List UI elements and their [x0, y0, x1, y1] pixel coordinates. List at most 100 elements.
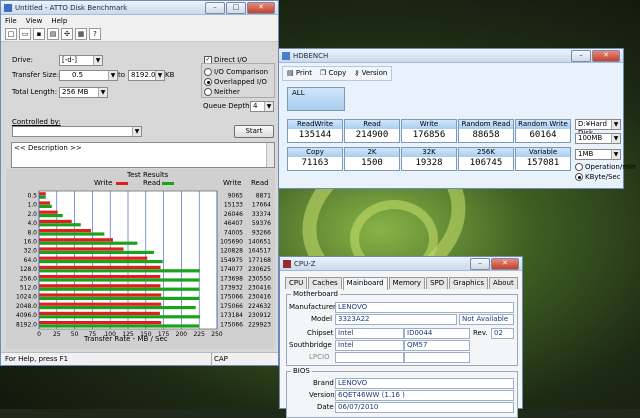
y-tick-label: 64.0 — [24, 257, 38, 264]
unit-ops-radio[interactable] — [575, 163, 583, 171]
read-value-label: 59376 — [252, 220, 271, 227]
version-label: Version — [361, 69, 388, 77]
write-value-label: 175066 — [220, 303, 243, 310]
y-tick-label: 0.5 — [27, 193, 37, 200]
unit-kbs-radio[interactable] — [575, 173, 583, 181]
all-label: ALL — [288, 88, 344, 110]
minimize-button[interactable]: – — [205, 1, 225, 14]
chevron-down-icon[interactable]: ▼ — [611, 134, 620, 143]
copy-button[interactable]: ❐ Copy — [316, 67, 350, 80]
close-button[interactable]: ✕ — [592, 49, 620, 62]
move-icon[interactable]: ✣ — [61, 28, 73, 40]
controlled-by-select[interactable]: ▼ — [12, 126, 142, 137]
maximize-button[interactable]: □ — [226, 1, 246, 14]
read-value-label: 230550 — [248, 275, 271, 282]
x-tick-label: 50 — [71, 331, 79, 338]
lpcio-label: LPCIO — [309, 353, 330, 361]
print-icon[interactable]: ▤ — [47, 28, 59, 40]
scrollbar[interactable] — [266, 143, 274, 167]
help-icon[interactable]: ? — [89, 28, 101, 40]
y-tick-label: 2048.0 — [16, 303, 37, 310]
write-bar — [39, 247, 124, 251]
description-textarea[interactable]: << Description >> — [11, 142, 275, 168]
menu-help[interactable]: Help — [51, 17, 67, 25]
block-select[interactable]: 1MB ▼ — [575, 149, 621, 160]
tab-graphics[interactable]: Graphics — [449, 277, 489, 289]
minimize-button[interactable]: – — [571, 49, 591, 62]
cpuz-window: CPU-Z – ✕ CPU Caches Mainboard Memory SPD Gra… — [279, 256, 523, 418]
version-button[interactable]: ⚷ Version — [350, 67, 391, 80]
tab-cpu[interactable]: CPU — [285, 277, 308, 289]
chevron-down-icon[interactable]: ▼ — [155, 71, 164, 80]
hdbench-titlebar[interactable]: HDBENCH – ✕ — [279, 49, 623, 63]
read-bar — [39, 324, 200, 328]
chevron-down-icon[interactable]: ▼ — [108, 71, 117, 80]
overlapped-io-option[interactable]: Overlapped I/O — [204, 78, 267, 86]
read-bar — [39, 214, 63, 218]
result-cell: Read 214900 — [344, 119, 400, 143]
drive-value: [-d-] — [62, 56, 77, 64]
chevron-down-icon[interactable]: ▼ — [93, 56, 102, 65]
cpuz-titlebar[interactable]: CPU-Z – ✕ — [280, 257, 522, 271]
size-select[interactable]: 100MB ▼ — [575, 133, 621, 144]
model-value: 3323A22 — [335, 314, 457, 325]
total-length-select[interactable]: 256 MB ▼ — [59, 87, 108, 98]
block-select-value: 1MB — [578, 150, 594, 158]
menu-view[interactable]: View — [26, 17, 43, 25]
y-tick-label: 4.0 — [27, 220, 37, 227]
io-comparison-option[interactable]: I/O Comparison — [204, 68, 268, 76]
tab-caches[interactable]: Caches — [308, 277, 342, 289]
tab-spd[interactable]: SPD — [426, 277, 449, 289]
tab-about[interactable]: About — [489, 277, 518, 289]
toolbar: □ ▭ ▪ ▤ ✣ ▦ ? — [1, 27, 278, 42]
result-cell: 2K 1500 — [344, 147, 400, 171]
chevron-down-icon[interactable]: ▼ — [264, 102, 273, 111]
start-button[interactable]: Start — [234, 125, 274, 138]
new-file-icon[interactable]: □ — [5, 28, 17, 40]
overlapped-io-radio[interactable] — [204, 78, 212, 86]
transfer-from-select[interactable]: 0.5 ▼ — [59, 70, 118, 81]
atto-window: Untitled - ATTO Disk Benchmark – □ ✕ Fil… — [0, 0, 279, 366]
neither-radio[interactable] — [204, 88, 212, 96]
chevron-down-icon[interactable]: ▼ — [611, 150, 620, 159]
open-folder-icon[interactable]: ▭ — [19, 28, 31, 40]
tab-memory[interactable]: Memory — [388, 277, 426, 289]
chevron-down-icon[interactable]: ▼ — [132, 127, 141, 136]
close-button[interactable]: ✕ — [491, 257, 519, 270]
app-icon — [283, 259, 291, 268]
menu-file[interactable]: File — [5, 17, 17, 25]
chipset-vendor: Intel — [335, 328, 404, 339]
minimize-button[interactable]: – — [470, 257, 490, 270]
all-button[interactable]: ALL — [287, 87, 345, 111]
transfer-to-select[interactable]: 8192.0 ▼ — [128, 70, 165, 81]
disk-select[interactable]: D:¥Hard Disk ▼ — [575, 119, 621, 137]
transfer-rate-chart: 0 25 50 75 100 125 150 175 200 225 2500.5 9065 88711… — [16, 190, 271, 338]
grid-icon[interactable]: ▦ — [75, 28, 87, 40]
tab-mainboard[interactable]: Mainboard — [342, 277, 388, 290]
version-value: 6QET46WW (1.16 ) — [335, 390, 514, 401]
result-label: Read — [345, 120, 399, 129]
read-bar — [39, 204, 52, 208]
unit-ops-option[interactable]: Operation/min — [575, 163, 635, 171]
chevron-down-icon[interactable]: ▼ — [98, 88, 107, 97]
y-tick-label: 16.0 — [24, 239, 38, 246]
print-label: Print — [295, 69, 312, 77]
save-icon[interactable]: ▪ — [33, 28, 45, 40]
date-label: Date — [317, 403, 334, 411]
motherboard-group: Motherboard Manufacturer LENOVO Model 33… — [286, 290, 518, 366]
unit-kbs-option[interactable]: KByte/Sec — [575, 173, 621, 181]
write-value-label: 26046 — [224, 211, 243, 218]
neither-option[interactable]: Neither — [204, 88, 240, 96]
read-value-label: 229923 — [248, 321, 271, 328]
write-value-label: 9065 — [228, 193, 243, 200]
atto-titlebar[interactable]: Untitled - ATTO Disk Benchmark – □ ✕ — [1, 1, 278, 15]
print-button[interactable]: ▤ Print — [283, 67, 316, 80]
queue-depth-select[interactable]: 4 ▼ — [250, 101, 274, 112]
queue-depth-label: Queue Depth: — [203, 102, 252, 110]
drive-select[interactable]: [-d-] ▼ — [59, 55, 103, 66]
io-comparison-radio[interactable] — [204, 68, 212, 76]
x-tick-label: 200 — [176, 331, 188, 338]
result-cell: ReadWrite 135144 — [287, 119, 343, 143]
close-button[interactable]: ✕ — [247, 1, 275, 14]
chevron-down-icon[interactable]: ▼ — [611, 120, 620, 129]
